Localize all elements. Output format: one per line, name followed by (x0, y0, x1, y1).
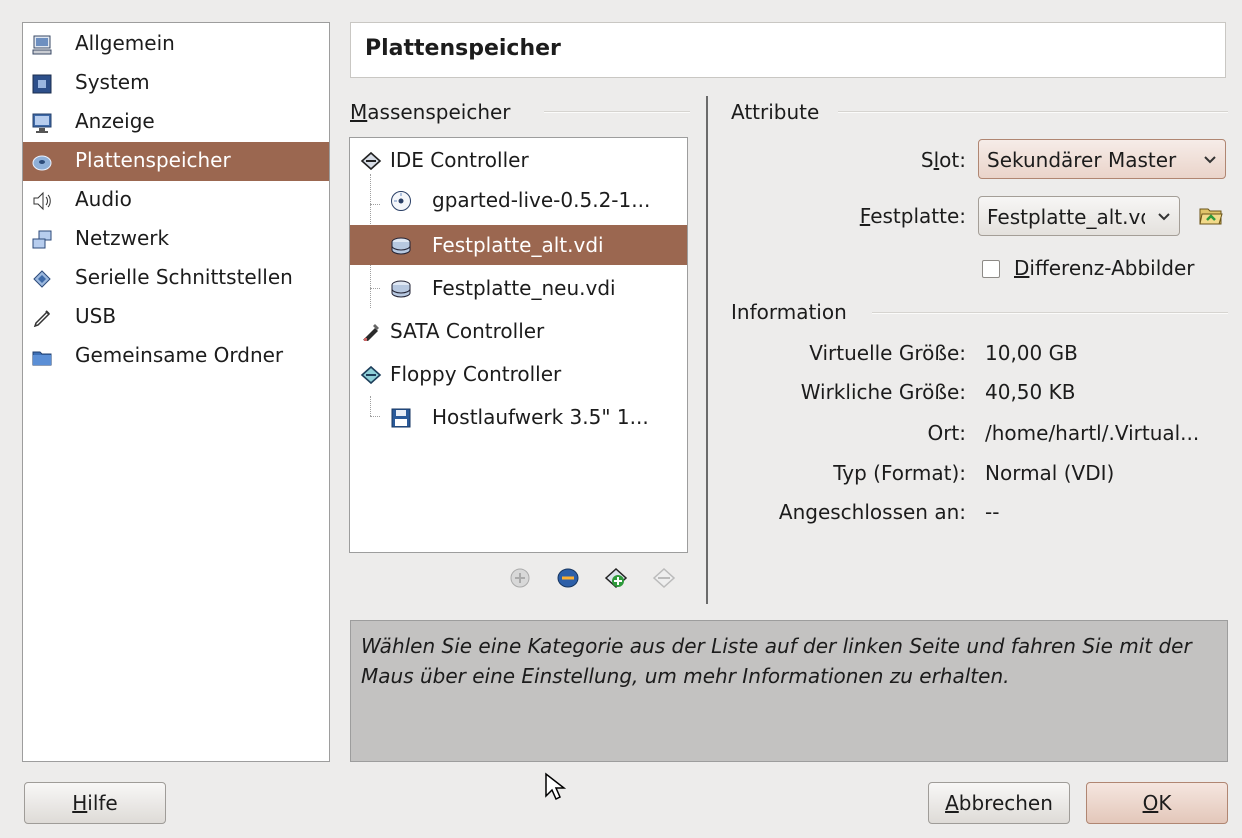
information-section-rule (872, 312, 1228, 314)
info-value-attached-to: -- (985, 500, 1000, 524)
help-button[interactable]: Hilfe (24, 782, 166, 824)
tree-item-label: Hostlaufwerk 3.5" 1... (432, 405, 649, 429)
slot-label: Slot: (920, 148, 966, 172)
disk-value: Festplatte_alt.vdi (987, 205, 1145, 229)
category-item-plattenspeicher[interactable]: Plattenspeicher (23, 142, 329, 181)
tree-item-festplatte-neu[interactable]: Festplatte_neu.vdi (350, 268, 687, 308)
slot-value: Sekundärer Master (987, 148, 1177, 172)
info-label-location: Ort: (927, 421, 966, 445)
info-label-virtual-size: Virtuelle Größe: (809, 341, 966, 365)
info-value-type: Normal (VDI) (985, 461, 1115, 485)
add-controller-button[interactable] (508, 566, 532, 590)
information-section-label: Information (731, 300, 847, 324)
usb-icon (31, 307, 53, 329)
audio-icon (31, 190, 53, 212)
category-item-usb[interactable]: USB (23, 298, 329, 337)
attributes-section-label: Attribute (731, 100, 820, 124)
tree-item-cd[interactable]: gparted-live-0.5.2-1... (350, 180, 687, 220)
category-label: Serielle Schnittstellen (75, 265, 293, 289)
tree-item-sata-controller[interactable]: SATA Controller (350, 311, 687, 351)
category-label: Audio (75, 187, 132, 211)
cancel-button[interactable]: Abbrechen (928, 782, 1070, 824)
network-icon (31, 229, 53, 251)
panel-separator (706, 96, 708, 604)
open-folder-icon (1199, 208, 1223, 225)
tree-item-festplatte-alt[interactable]: Festplatte_alt.vdi (350, 225, 687, 265)
tree-item-ide-controller[interactable]: IDE Controller (350, 140, 687, 180)
add-attachment-button[interactable] (556, 566, 580, 590)
tree-item-label: SATA Controller (390, 319, 545, 343)
category-label: Allgemein (75, 31, 175, 55)
tree-item-label: gparted-live-0.5.2-1... (432, 188, 651, 212)
system-icon (31, 73, 53, 95)
category-item-netzwerk[interactable]: Netzwerk (23, 220, 329, 259)
info-label-actual-size: Wirkliche Größe: (800, 380, 966, 404)
category-item-gemeinsame-ordner[interactable]: Gemeinsame Ordner (23, 337, 329, 376)
storage-section-rule (544, 111, 690, 113)
shared-folders-icon (31, 346, 53, 368)
category-label: Gemeinsame Ordner (75, 343, 284, 367)
slot-combobox[interactable]: Sekundärer Master (978, 139, 1226, 179)
floppy-controller-icon (360, 364, 382, 386)
cd-icon (390, 190, 412, 212)
storage-section-label: Massenspeicher (350, 100, 511, 124)
category-item-system[interactable]: System (23, 64, 329, 103)
add-hard-disk-button[interactable] (604, 566, 628, 590)
tree-item-hostlaufwerk[interactable]: Hostlaufwerk 3.5" 1... (350, 397, 687, 437)
tree-item-label: Floppy Controller (390, 362, 562, 386)
info-label-type: Typ (Format): (833, 461, 966, 485)
mouse-cursor (544, 772, 566, 802)
tree-item-label: Festplatte_alt.vdi (432, 233, 604, 257)
category-item-audio[interactable]: Audio (23, 181, 329, 220)
category-label: Netzwerk (75, 226, 170, 250)
category-item-serielle-schnittstellen[interactable]: Serielle Schnittstellen (23, 259, 329, 298)
info-value-actual-size: 40,50 KB (985, 380, 1076, 404)
page-title-box: Plattenspeicher (350, 22, 1226, 78)
add-controller-icon (510, 568, 530, 588)
diff-images-label[interactable]: Differenz-Abbilder (1014, 256, 1195, 280)
attributes-section-rule (838, 111, 1228, 113)
hard-disk-icon (390, 235, 412, 257)
disk-combobox[interactable]: Festplatte_alt.vdi (978, 196, 1180, 236)
category-list[interactable]: Allgemein System Anzeige Plattenspeicher… (22, 22, 330, 762)
storage-icon (31, 151, 53, 173)
category-label: Plattenspeicher (75, 148, 231, 172)
page-title: Plattenspeicher (365, 36, 561, 61)
storage-tree[interactable]: IDE Controller gparted-live-0.5.2-1... F… (349, 137, 688, 553)
display-icon (31, 112, 53, 134)
add-hard-disk-icon (604, 567, 628, 589)
remove-attachment-icon (652, 567, 676, 589)
category-label: System (75, 70, 150, 94)
diff-images-checkbox[interactable] (982, 260, 1000, 278)
hard-disk-icon (390, 278, 412, 300)
tree-item-label: Festplatte_neu.vdi (432, 276, 616, 300)
choose-disk-button[interactable] (1198, 204, 1224, 228)
tree-item-label: IDE Controller (390, 148, 529, 172)
chevron-down-icon (1157, 212, 1171, 222)
tree-item-floppy-controller[interactable]: Floppy Controller (350, 354, 687, 394)
chevron-down-icon (1203, 155, 1217, 165)
ok-button[interactable]: OK (1086, 782, 1228, 824)
sata-controller-icon (360, 321, 382, 343)
category-label: Anzeige (75, 109, 155, 133)
floppy-icon (390, 407, 412, 429)
help-text: Wählen Sie eine Kategorie aus der Liste … (361, 634, 1192, 688)
category-item-anzeige[interactable]: Anzeige (23, 103, 329, 142)
category-label: USB (75, 304, 117, 328)
help-panel: Wählen Sie eine Kategorie aus der Liste … (350, 620, 1228, 762)
ide-controller-icon (360, 150, 382, 172)
general-icon (31, 34, 53, 56)
category-item-allgemein[interactable]: Allgemein (23, 25, 329, 64)
info-value-location: /home/hartl/.Virtual... (985, 421, 1200, 445)
add-attachment-icon (557, 568, 579, 588)
serial-ports-icon (31, 268, 53, 290)
remove-attachment-button[interactable] (652, 566, 676, 590)
info-value-virtual-size: 10,00 GB (985, 341, 1078, 365)
info-label-attached-to: Angeschlossen an: (778, 500, 966, 524)
disk-label: Festplatte: (859, 204, 966, 228)
